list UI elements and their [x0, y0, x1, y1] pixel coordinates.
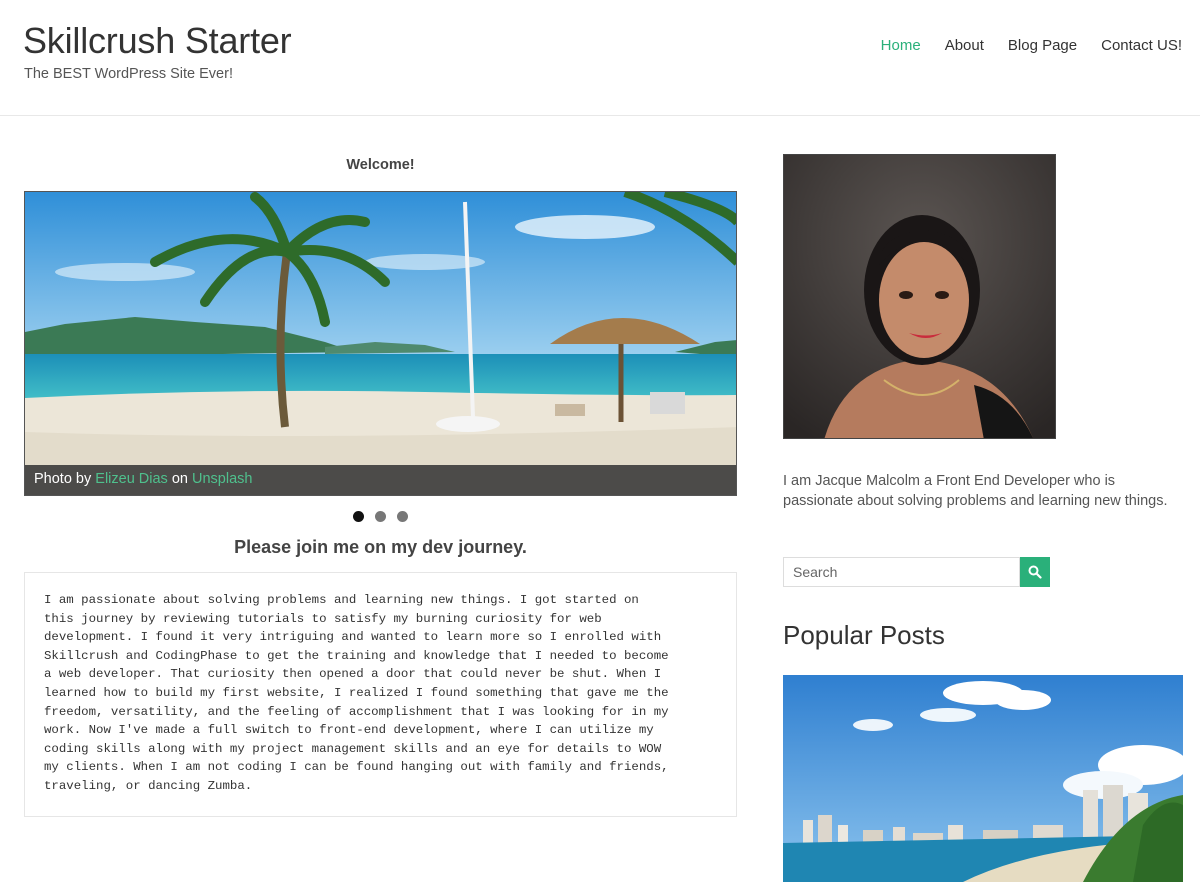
slide-caption: Photo by Elizeu Dias on Unsplash	[25, 465, 736, 495]
image-slider[interactable]: Photo by Elizeu Dias on Unsplash	[24, 191, 737, 496]
bio-line: this journey by reviewing tutorials to s…	[44, 611, 602, 626]
nav-item-home[interactable]: Home	[881, 37, 921, 54]
caption-prefix: Photo by	[34, 471, 92, 487]
about-text: I am Jacque Malcolm a Front End Develope…	[783, 473, 1168, 509]
slider-dot-3[interactable]	[397, 511, 408, 522]
bio-line: I am passionate about solving problems a…	[44, 593, 639, 607]
slider-pagination	[353, 511, 408, 522]
bio-line: a web developer. That curiosity then ope…	[44, 667, 662, 682]
site-title[interactable]: Skillcrush Starter	[23, 20, 292, 62]
slider-dot-1[interactable]	[353, 511, 364, 522]
nav-item-contact-us[interactable]: Contact US!	[1101, 37, 1182, 54]
bio-line: work. Now I've made a full switch to fro…	[44, 723, 654, 738]
nav-item-about[interactable]: About	[945, 37, 984, 54]
search-icon	[1028, 565, 1042, 579]
bio-line: my clients. When I am not coding I can b…	[44, 760, 669, 775]
site-header: Skillcrush Starter The BEST WordPress Si…	[0, 0, 1200, 116]
nav-item-blog-page[interactable]: Blog Page	[1008, 37, 1077, 54]
caption-on: on	[171, 471, 188, 487]
bio-line: Skillcrush and CodingPhase to get the tr…	[44, 648, 669, 663]
site-tagline: The BEST WordPress Site Ever!	[24, 66, 233, 82]
photo-source-link[interactable]: Unsplash	[192, 471, 252, 487]
bio-line: freedom, versatility, and the feeling of…	[44, 704, 669, 719]
bio-line: coding skills along with my project mana…	[44, 741, 662, 756]
main-nav: Home About Blog Page Contact US!	[881, 37, 1182, 54]
bio-line: traveling, or dancing Zumba.	[44, 778, 253, 793]
profile-photo	[783, 154, 1056, 439]
journey-heading: Please join me on my dev journey.	[234, 537, 527, 557]
welcome-heading: Welcome!	[346, 157, 415, 173]
slider-dot-2[interactable]	[375, 511, 386, 522]
search-input[interactable]	[783, 557, 1020, 587]
bio-text-box: I am passionate about solving problems a…	[24, 572, 737, 817]
photo-author-link[interactable]: Elizeu Dias	[95, 471, 168, 487]
popular-post-image[interactable]	[783, 675, 1183, 882]
search-button[interactable]	[1020, 557, 1050, 587]
beach-slide-image	[25, 192, 736, 495]
search-form	[783, 557, 1050, 587]
bio-line: development. I found it very intriguing …	[44, 630, 662, 645]
bio-line: learned how to build my first website, I…	[44, 685, 669, 700]
popular-posts-title: Popular Posts	[783, 620, 945, 650]
